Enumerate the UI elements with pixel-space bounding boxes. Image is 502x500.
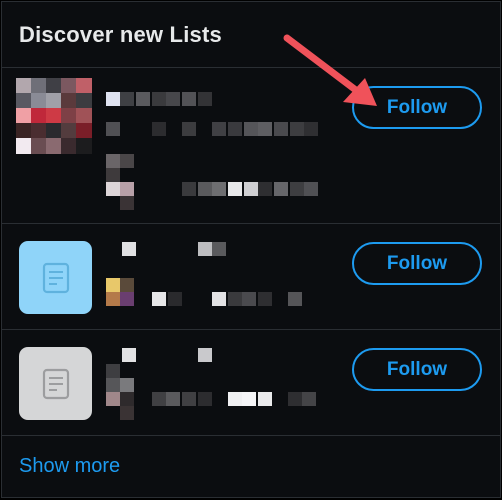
discover-lists-panel: Discover new Lists Follow Follow Follow …: [1, 1, 501, 498]
mosaic-image: [16, 78, 92, 154]
panel-footer: Show more: [2, 436, 500, 496]
list-thumbnail: [19, 347, 92, 420]
list-item[interactable]: Follow: [2, 224, 500, 330]
follow-button[interactable]: Follow: [352, 242, 482, 285]
red-arrow-icon: [283, 34, 377, 106]
redacted-list-text: [106, 242, 302, 306]
redacted-list-text: [106, 348, 316, 420]
show-more-link[interactable]: Show more: [19, 455, 120, 478]
list-icon: [42, 262, 69, 293]
list-thumbnail: [19, 241, 92, 314]
list-item[interactable]: Follow: [2, 330, 500, 436]
panel-title: Discover new Lists: [19, 21, 222, 47]
list-icon: [42, 368, 69, 399]
list-thumbnail: [16, 78, 92, 154]
list-item[interactable]: Follow: [2, 68, 500, 224]
follow-button[interactable]: Follow: [352, 348, 482, 391]
panel-header: Discover new Lists: [2, 2, 500, 68]
